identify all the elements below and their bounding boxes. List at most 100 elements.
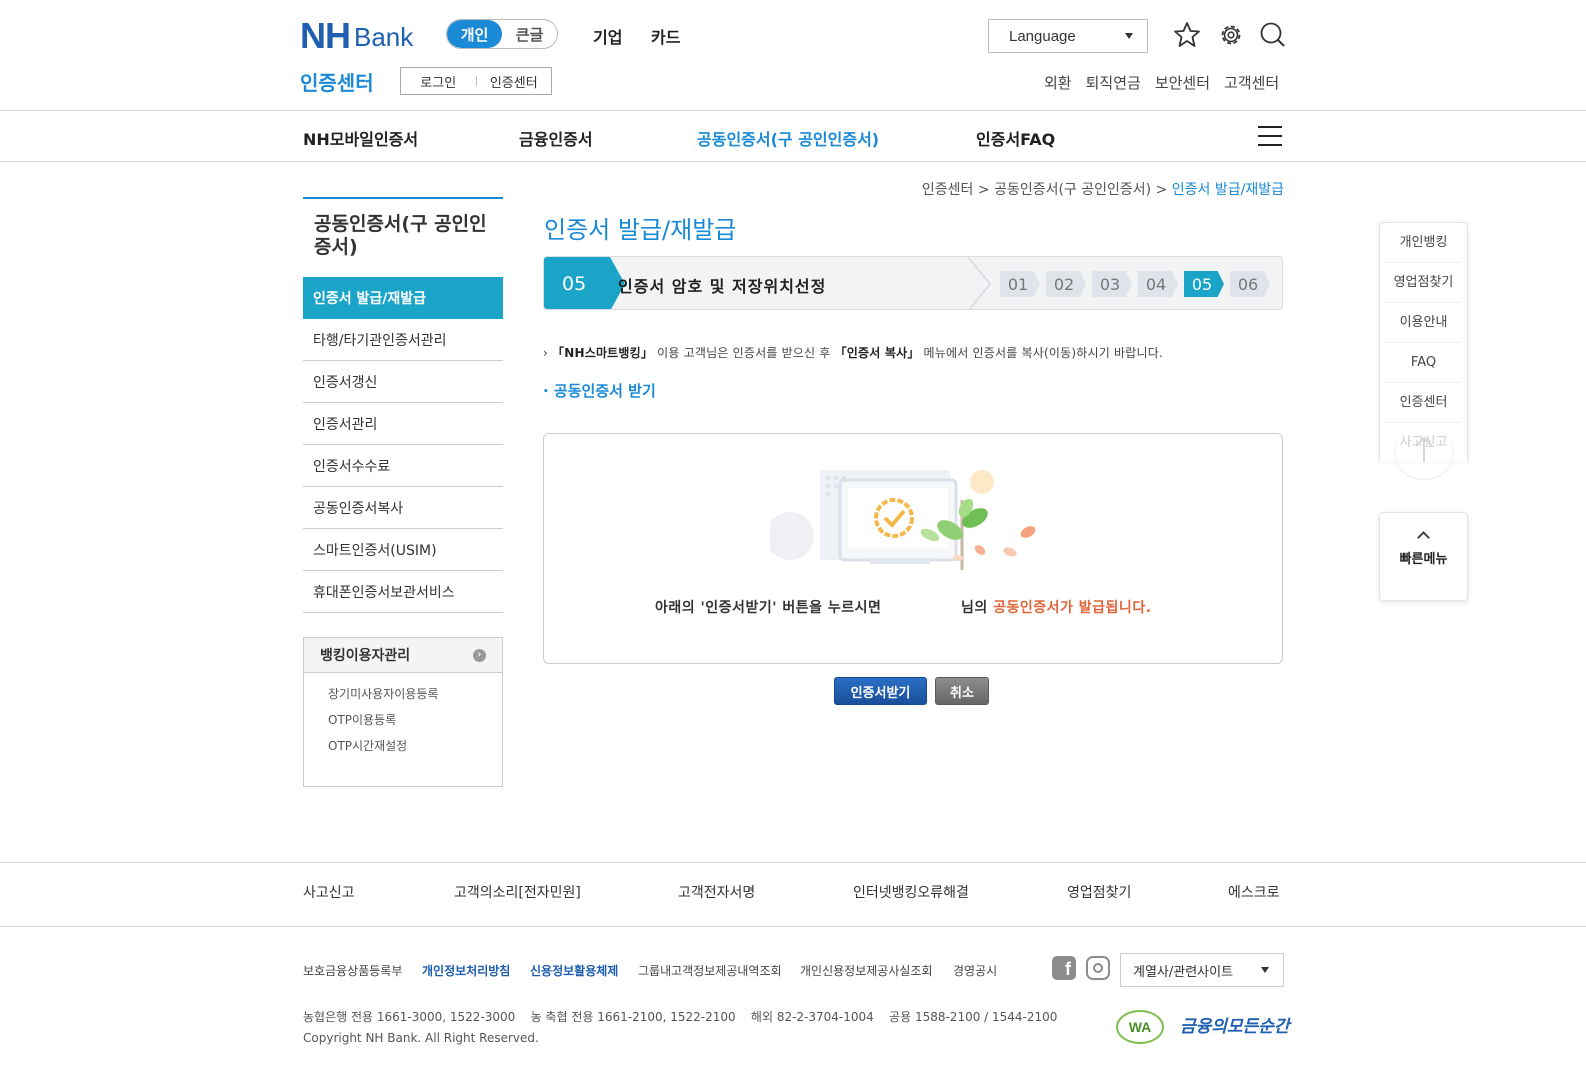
utility-pension[interactable]: 퇴직연금 <box>1086 72 1141 93</box>
nh-bank-logo[interactable]: NH Bank <box>300 15 414 56</box>
facebook-icon[interactable]: f <box>1052 956 1076 980</box>
banking-user-box: 뱅킹이용자관리 › 장기미사용자이용등록 OTP이용등록 OTP시간재설정 <box>303 637 503 787</box>
lnb-top-border <box>303 197 503 199</box>
section-heading: · 공동인증서 받기 <box>543 382 656 400</box>
logo-nh-text: NH <box>300 15 351 56</box>
notice-menu: 「인증서 복사」 <box>834 346 920 360</box>
search-icon[interactable] <box>1258 20 1288 50</box>
language-select[interactable]: Language <box>988 19 1148 53</box>
divider <box>0 110 1586 111</box>
gear-icon[interactable] <box>1216 20 1246 50</box>
lnb-item-issue[interactable]: 인증서 발급/재발급 <box>303 277 503 319</box>
breadcrumb: 인증센터 > 공동인증서(구 공인인증서) > 인증서 발급/재발급 <box>921 182 1284 198</box>
hamburger-menu-icon[interactable] <box>1258 126 1282 146</box>
current-step-badge: 05 <box>544 257 610 309</box>
notice-mid: 이용 고객님은 인증서를 받으신 후 <box>653 346 835 360</box>
footer-branch-finder[interactable]: 영업점찾기 <box>1067 882 1131 902</box>
quick-item-faq[interactable]: FAQ <box>1386 343 1461 383</box>
instagram-icon[interactable] <box>1086 956 1110 980</box>
footer-error-fix[interactable]: 인터넷뱅킹오류해결 <box>853 882 969 902</box>
issue-message-owner: 님의 <box>961 600 988 616</box>
step-list: 01 02 03 04 05 06 <box>1000 271 1270 297</box>
banking-user-header[interactable]: 뱅킹이용자관리 › <box>304 638 502 673</box>
cert-center-link[interactable]: 인증센터 <box>477 72 552 91</box>
gnb-mobile-cert[interactable]: NH모바일인증서 <box>303 126 418 150</box>
star-icon[interactable] <box>1172 20 1202 50</box>
copyright: Copyright NH Bank. All Right Reserved. <box>303 1031 539 1045</box>
quick-item-branch-finder[interactable]: 영업점찾기 <box>1386 263 1461 303</box>
fast-menu-label: 빠른메뉴 <box>1399 552 1448 567</box>
section-heading-text: 공동인증서 받기 <box>553 382 656 400</box>
topnav-card[interactable]: 카드 <box>651 24 680 48</box>
quick-item-personal-banking[interactable]: 개인뱅킹 <box>1386 223 1461 263</box>
step-item: 01 <box>1000 271 1040 297</box>
chevron-divider-icon <box>967 257 991 309</box>
language-label: Language <box>1009 27 1076 45</box>
current-step-name: 인증서 암호 및 저장위치선정 <box>618 277 827 296</box>
lnb-item-manage[interactable]: 인증서관리 <box>303 403 503 445</box>
footer-link-privacy[interactable]: 개인정보처리방침 <box>422 962 510 979</box>
gnb-cert-faq[interactable]: 인증서FAQ <box>976 126 1055 150</box>
page-title: 인증서 발급/재발급 <box>544 216 737 244</box>
step-item: 04 <box>1138 271 1178 297</box>
utility-customer[interactable]: 고객센터 <box>1224 72 1279 93</box>
step-progress: 05 인증서 암호 및 저장위치선정 01 02 03 04 05 06 <box>543 256 1283 310</box>
footer-e-signature[interactable]: 고객전자서명 <box>678 882 755 902</box>
step-item: 06 <box>1230 271 1270 297</box>
issue-message-part2: 님의 공동인증서가 발급됩니다. <box>961 597 1152 617</box>
footer-customer-voice[interactable]: 고객의소리[전자민원] <box>454 882 581 902</box>
footer-link-credit-check[interactable]: 개인신용정보제공사실조회 <box>800 962 932 979</box>
step-item: 03 <box>1092 271 1132 297</box>
chevron-up-icon <box>1417 531 1430 544</box>
sub-link-otp-register[interactable]: OTP이용등록 <box>328 707 502 733</box>
footer-link-credit[interactable]: 신용정보활용체제 <box>530 962 618 979</box>
mode-personal[interactable]: 개인 <box>447 20 502 48</box>
chevron-right-icon: › <box>473 648 486 662</box>
sub-link-dormant[interactable]: 장기미사용자이용등록 <box>328 681 502 707</box>
cert-center-title[interactable]: 인증센터 <box>300 67 374 96</box>
notice-post: 메뉴에서 인증서를 복사(이동)하시기 바랍니다. <box>919 346 1163 360</box>
issue-message-part1: 아래의 '인증서받기' 버튼을 누르시면 <box>655 600 882 616</box>
caret-down-icon <box>1125 33 1133 39</box>
contact-info: 농협은행 전용 1661-3000, 1522-3000 농 축협 전용 166… <box>303 1010 1058 1024</box>
lnb-title: 공동인증서(구 공인인증서) <box>314 213 487 258</box>
login-link[interactable]: 로그인 <box>401 72 476 91</box>
receive-cert-button[interactable]: 인증서받기 <box>834 677 927 705</box>
family-site-select[interactable]: 계열사/관련사이트 <box>1120 953 1284 987</box>
breadcrumb-item[interactable]: 공동인증서(구 공인인증서) <box>994 182 1151 198</box>
gnb-financial-cert[interactable]: 금융인증서 <box>519 126 593 150</box>
quick-item-guide[interactable]: 이용안내 <box>1386 303 1461 343</box>
lnb-item-usim[interactable]: 스마트인증서(USIM) <box>303 529 503 571</box>
footer-escrow[interactable]: 에스크로 <box>1228 882 1280 902</box>
utility-security[interactable]: 보안센터 <box>1155 72 1210 93</box>
quick-item-cert-center[interactable]: 인증센터 <box>1386 383 1461 423</box>
banking-user-links: 장기미사용자이용등록 OTP이용등록 OTP시간재설정 <box>304 673 502 759</box>
footer-link-disclosure[interactable]: 경영공시 <box>953 962 997 979</box>
lnb-item-copy[interactable]: 공동인증서복사 <box>303 487 503 529</box>
footer-link-group-info[interactable]: 그룹내고객정보제공내역조회 <box>638 962 782 979</box>
sub-link-otp-time[interactable]: OTP시간재설정 <box>328 733 502 759</box>
mode-large-text[interactable]: 큰글 <box>502 20 557 48</box>
footer-accident-report[interactable]: 사고신고 <box>303 882 355 902</box>
gnb-joint-cert[interactable]: 공동인증서(구 공인인증서) <box>697 126 879 150</box>
web-accessibility-mark: WA <box>1116 1010 1164 1044</box>
lnb-item-fee[interactable]: 인증서수수료 <box>303 445 503 487</box>
step-item: 02 <box>1046 271 1086 297</box>
topnav-corporate[interactable]: 기업 <box>593 24 622 48</box>
lnb-item-phone-storage[interactable]: 휴대폰인증서보관서비스 <box>303 571 503 613</box>
utility-forex[interactable]: 외환 <box>1044 72 1072 93</box>
divider <box>0 926 1586 927</box>
lnb-item-renew[interactable]: 인증서갱신 <box>303 361 503 403</box>
scroll-top-button[interactable] <box>1394 426 1454 480</box>
breadcrumb-current: 인증서 발급/재발급 <box>1171 182 1284 198</box>
logo-bank-text: Bank <box>354 21 414 52</box>
divider <box>0 161 1586 162</box>
breadcrumb-item[interactable]: 인증센터 <box>922 182 974 198</box>
notice-text: › 「NH스마트뱅킹」 이용 고객님은 인증서를 받으신 후 「인증서 복사」 … <box>543 346 1163 360</box>
mode-toggle: 개인 큰글 <box>446 19 558 49</box>
certificate-illustration <box>770 470 1036 570</box>
cancel-button[interactable]: 취소 <box>935 677 989 705</box>
footer-link-protected[interactable]: 보호금융상품등록부 <box>303 962 402 979</box>
lnb-item-other-bank[interactable]: 타행/타기관인증서관리 <box>303 319 503 361</box>
fast-menu-button[interactable]: 빠른메뉴 <box>1379 512 1468 601</box>
